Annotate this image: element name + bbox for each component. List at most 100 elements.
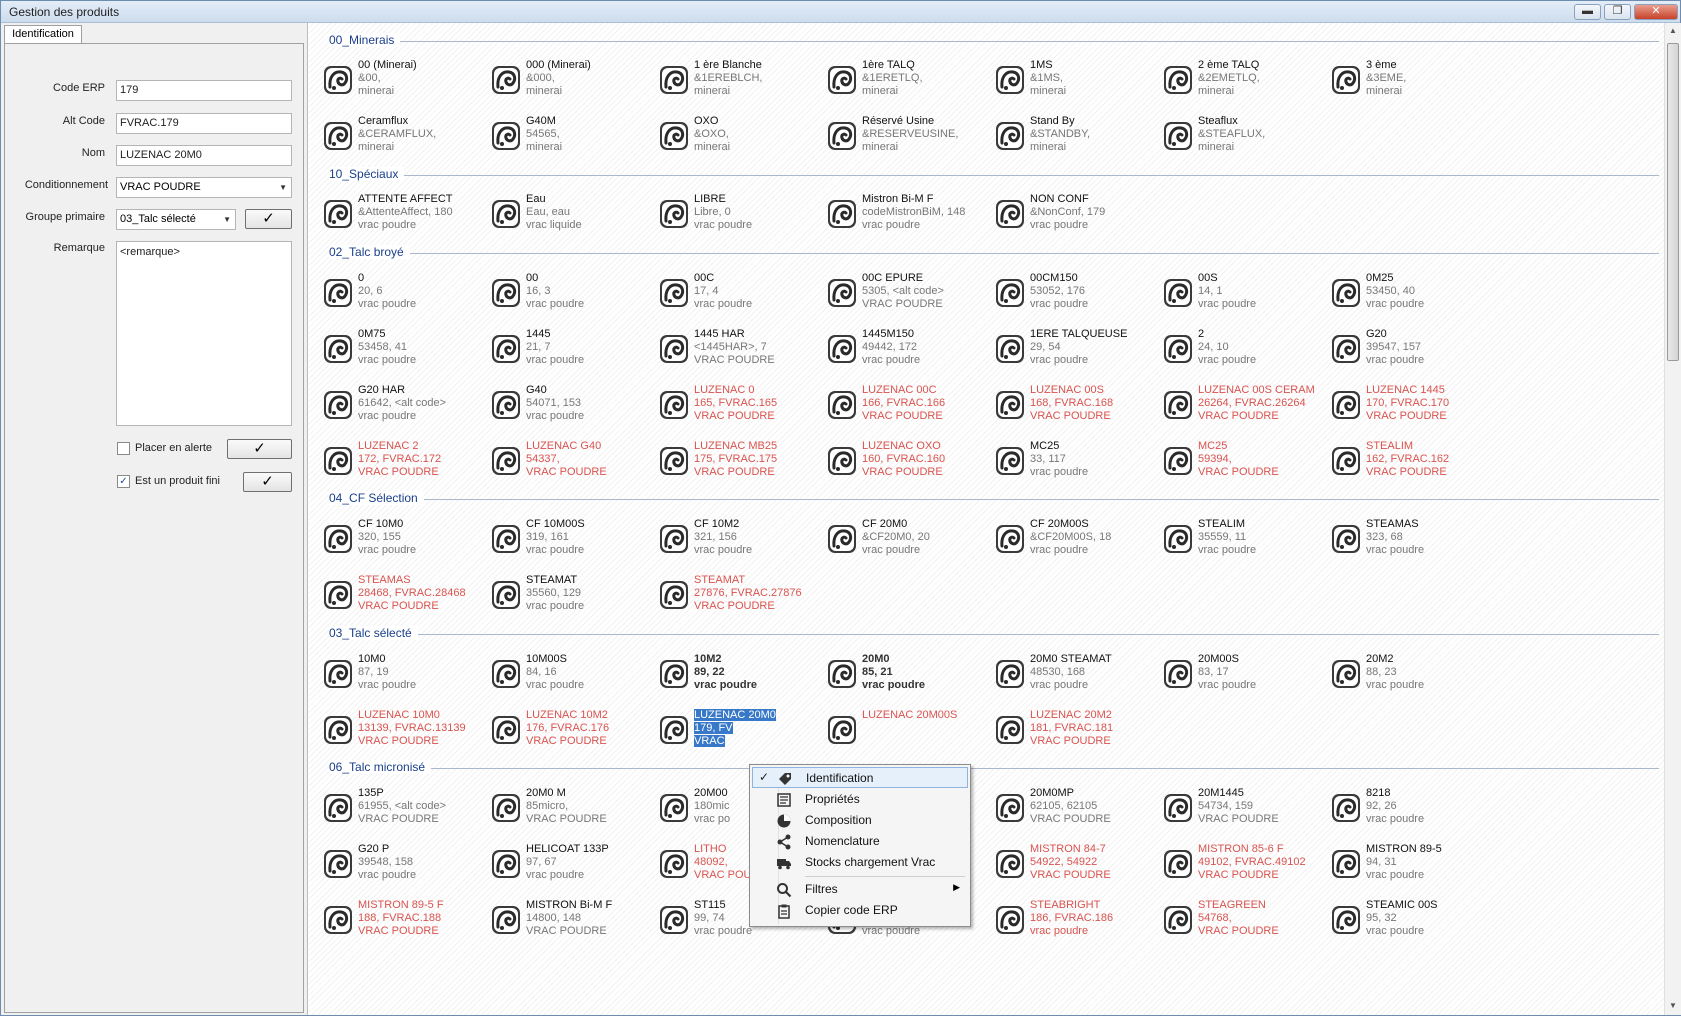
code-erp-field[interactable]: 179: [116, 80, 292, 101]
product-tile[interactable]: LUZENAC 2 172, FVRAC.172 VRAC POUDRE: [321, 438, 496, 488]
product-tile[interactable]: 20M1445 54734, 159 VRAC POUDRE: [1161, 785, 1336, 835]
product-tile[interactable]: STEAMAS 28468, FVRAC.28468 VRAC POUDRE: [321, 572, 496, 622]
product-tile[interactable]: LUZENAC 1445 170, FVRAC.170 VRAC POUDRE: [1329, 382, 1504, 432]
product-tile[interactable]: 20M0MP 62105, 62105 VRAC POUDRE: [993, 785, 1168, 835]
product-tile[interactable]: MISTRON 84-7 54922, 54922 VRAC POUDRE: [993, 841, 1168, 891]
produit-fini-checkbox[interactable]: ✓: [117, 475, 130, 488]
product-tile[interactable]: 8218 92, 26 vrac poudre: [1329, 785, 1504, 835]
product-tile[interactable]: 00 16, 3 vrac poudre: [489, 270, 664, 320]
product-tile[interactable]: LUZENAC 0 165, FVRAC.165 VRAC POUDRE: [657, 382, 832, 432]
close-button[interactable]: ✕: [1634, 4, 1678, 20]
menu-item-stocks-chargement-vrac[interactable]: Stocks chargement Vrac: [752, 852, 968, 873]
scroll-thumb[interactable]: [1667, 43, 1679, 361]
product-tile[interactable]: 1445 HAR <1445HAR>, 7 VRAC POUDRE: [657, 326, 832, 376]
product-tile[interactable]: LIBRE Libre, 0 vrac poudre: [657, 191, 832, 241]
product-tile[interactable]: LUZENAC 00S CERAM 26264, FVRAC.26264 VRAC …: [1161, 382, 1336, 432]
product-tile[interactable]: G40 54071, 153 vrac poudre: [489, 382, 664, 432]
vertical-scrollbar[interactable]: ▲ ▼: [1664, 23, 1681, 1015]
alerte-confirm-button[interactable]: ✓: [227, 439, 292, 459]
product-tile[interactable]: LUZENAC 00S 168, FVRAC.168 VRAC POUDRE: [993, 382, 1168, 432]
product-tile[interactable]: MISTRON Bi-M F 14800, 148 VRAC POUDRE: [489, 897, 664, 947]
product-tile[interactable]: Réservé Usine &RESERVEUSINE, minerai: [825, 113, 1000, 163]
conditionnement-select[interactable]: VRAC POUDRE ▼: [116, 177, 292, 198]
menu-item-proprietes[interactable]: Propriétés: [752, 789, 968, 810]
product-tile[interactable]: 1445M150 49442, 172 vrac poudre: [825, 326, 1000, 376]
product-tile[interactable]: OXO &OXO, minerai: [657, 113, 832, 163]
alt-code-field[interactable]: FVRAC.179: [116, 113, 292, 134]
product-tile[interactable]: STEAGREEN 54768, VRAC POUDRE: [1161, 897, 1336, 947]
product-tile[interactable]: MC25 33, 117 vrac poudre: [993, 438, 1168, 488]
product-tile[interactable]: LUZENAC 00C 166, FVRAC.166 VRAC POUDRE: [825, 382, 1000, 432]
product-tile[interactable]: CF 10M2 321, 156 vrac poudre: [657, 516, 832, 566]
product-tile[interactable]: LUZENAC G40 54337, VRAC POUDRE: [489, 438, 664, 488]
product-tile[interactable]: Mistron Bi-M FcodeMistronBiM, 148 vrac po…: [825, 191, 1000, 241]
product-tile[interactable]: LUZENAC 10M2 176, FVRAC.176 VRAC POUDRE: [489, 707, 664, 757]
groupe-primaire-select[interactable]: 03_Talc sélecté ▼: [116, 209, 236, 230]
nom-field[interactable]: LUZENAC 20M0: [116, 145, 292, 166]
product-tile[interactable]: STEAMAS 323, 68 vrac poudre: [1329, 516, 1504, 566]
product-tile[interactable]: STEABRIGHT 186, FVRAC.186 vrac poudre: [993, 897, 1168, 947]
product-tile[interactable]: 00S 14, 1 vrac poudre: [1161, 270, 1336, 320]
product-tile[interactable]: HELICOAT 133P 97, 67 vrac poudre: [489, 841, 664, 891]
product-tile[interactable]: Steaflux &STEAFLUX, minerai: [1161, 113, 1336, 163]
product-tile[interactable]: ATTENTE AFFECT &AttenteAffect, 180 vrac po…: [321, 191, 496, 241]
maximize-button[interactable]: ❐: [1604, 4, 1631, 20]
scroll-down-icon[interactable]: ▼: [1669, 1001, 1677, 1010]
menu-item-composition[interactable]: Composition: [752, 810, 968, 831]
product-tile[interactable]: 1ERE TALQUEUSE 29, 54 vrac poudre: [993, 326, 1168, 376]
product-tile[interactable]: CF 20M0 &CF20M0, 20 vrac poudre: [825, 516, 1000, 566]
product-tile[interactable]: LUZENAC MB25 175, FVRAC.175 VRAC POUDRE: [657, 438, 832, 488]
product-tile[interactable]: G20 39547, 157 vrac poudre: [1329, 326, 1504, 376]
product-tile[interactable]: Stand By &STANDBY, minerai: [993, 113, 1168, 163]
product-tile[interactable]: 135P 61955, <alt code> VRAC POUDRE: [321, 785, 496, 835]
product-tile[interactable]: LUZENAC 20M2 181, FVRAC.181 VRAC POUDRE: [993, 707, 1168, 757]
product-tile[interactable]: 20M0 STEAMAT 48530, 168 vrac poudre: [993, 651, 1168, 701]
product-tile[interactable]: G40M 54565, minerai: [489, 113, 664, 163]
product-tile[interactable]: Eau Eau, eau vrac liquide: [489, 191, 664, 241]
product-tile[interactable]: STEAMIC 00S 95, 32 vrac poudre: [1329, 897, 1504, 947]
product-tile[interactable]: Ceramflux &CERAMFLUX, minerai: [321, 113, 496, 163]
product-tile[interactable]: 3 ème &3EME, minerai: [1329, 57, 1504, 107]
tab-identification[interactable]: Identification: [4, 25, 82, 44]
product-tile[interactable]: MC25 59394, VRAC POUDRE: [1161, 438, 1336, 488]
product-tile[interactable]: 00C 17, 4 vrac poudre: [657, 270, 832, 320]
product-tile[interactable]: LUZENAC 20M0 179, FV VRAC: [657, 707, 832, 757]
product-tile[interactable]: LUZENAC 20M00S: [825, 707, 1000, 757]
product-tile[interactable]: MISTRON 89-5 94, 31 vrac poudre: [1329, 841, 1504, 891]
product-tile[interactable]: MISTRON 89-5 F 188, FVRAC.188 VRAC POUDRE: [321, 897, 496, 947]
scroll-up-icon[interactable]: ▲: [1669, 26, 1677, 35]
product-tile[interactable]: 00C EPURE 5305, <alt code> VRAC POUDRE: [825, 270, 1000, 320]
menu-item-copier-code-erp[interactable]: Copier code ERP: [752, 900, 968, 921]
product-tile[interactable]: 1ère TALQ &1ERETLQ, minerai: [825, 57, 1000, 107]
alerte-checkbox[interactable]: [117, 442, 130, 455]
product-tile[interactable]: 10M0 87, 19 vrac poudre: [321, 651, 496, 701]
menu-item-nomenclature[interactable]: Nomenclature: [752, 831, 968, 852]
product-tile[interactable]: G20 HAR 61642, <alt code> vrac poudre: [321, 382, 496, 432]
product-tile[interactable]: 1 ère Blanche &1EREBLCH, minerai: [657, 57, 832, 107]
product-tile[interactable]: 10M2 89, 22 vrac poudre: [657, 651, 832, 701]
product-tile[interactable]: 00 (Minerai) &00, minerai: [321, 57, 496, 107]
product-tile[interactable]: CF 20M00S &CF20M00S, 18 vrac poudre: [993, 516, 1168, 566]
produit-fini-confirm-button[interactable]: ✓: [243, 472, 292, 492]
product-tile[interactable]: 1445 21, 7 vrac poudre: [489, 326, 664, 376]
product-tile[interactable]: 2 ème TALQ &2EMETLQ, minerai: [1161, 57, 1336, 107]
product-tile[interactable]: LUZENAC 10M0 13139, FVRAC.13139 VRAC POUDR…: [321, 707, 496, 757]
product-tile[interactable]: 20M00S 83, 17 vrac poudre: [1161, 651, 1336, 701]
groupe-confirm-button[interactable]: ✓: [245, 209, 292, 229]
remarque-textarea[interactable]: <remarque>: [116, 241, 292, 426]
product-tile[interactable]: 0M25 53450, 40 vrac poudre: [1329, 270, 1504, 320]
product-tile[interactable]: MISTRON 85-6 F 49102, FVRAC.49102 VRAC POU…: [1161, 841, 1336, 891]
product-tile[interactable]: 2 24, 10 vrac poudre: [1161, 326, 1336, 376]
menu-item-filtres[interactable]: Filtres ▶: [752, 879, 968, 900]
product-tile[interactable]: STEAMAT 27876, FVRAC.27876 VRAC POUDRE: [657, 572, 832, 622]
product-tile[interactable]: 1MS &1MS, minerai: [993, 57, 1168, 107]
product-tile[interactable]: 0M75 53458, 41 vrac poudre: [321, 326, 496, 376]
product-tile[interactable]: CF 10M00S 319, 161 vrac poudre: [489, 516, 664, 566]
product-tile[interactable]: G20 P 39548, 158 vrac poudre: [321, 841, 496, 891]
product-tile[interactable]: 20M0 85, 21 vrac poudre: [825, 651, 1000, 701]
product-tile[interactable]: 00CM150 53052, 176 vrac poudre: [993, 270, 1168, 320]
menu-item-identification[interactable]: ✓ Identification: [752, 767, 968, 788]
product-tile[interactable]: NON CONF &NonConf, 179 vrac poudre: [993, 191, 1168, 241]
product-tile[interactable]: LUZENAC OXO 160, FVRAC.160 VRAC POUDRE: [825, 438, 1000, 488]
product-tile[interactable]: 0 20, 6 vrac poudre: [321, 270, 496, 320]
